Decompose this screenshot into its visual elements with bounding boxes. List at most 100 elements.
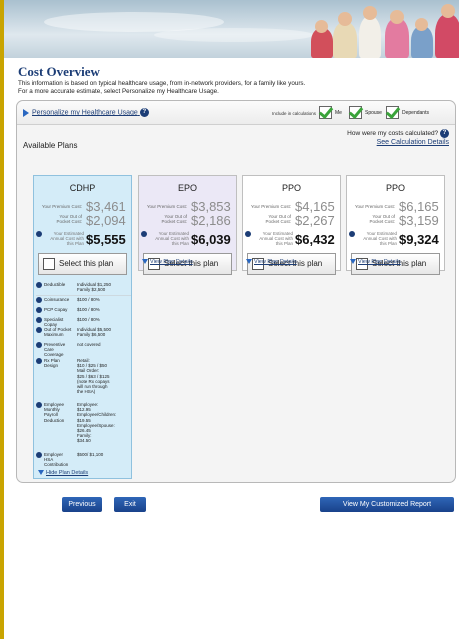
triangle-down-icon [38,470,44,476]
hide-details-label: Hide Plan Details [46,470,89,476]
select-plan-button[interactable]: Select this plan [38,253,127,275]
person-head [338,12,352,26]
person-head [441,4,455,18]
detail-value: Employee: $12.95 Employee/Children: $19.… [77,402,131,444]
view-details-label: View Plan Details [358,259,401,265]
detail-label: Employer HSA Contribution [44,452,74,468]
detail-value: Retail: $10 / $25 / $50 Mail Order: $25 … [77,358,131,394]
oop-label-2: Pocket Cost: [265,219,291,224]
header-banner [4,0,459,58]
select-checkbox[interactable] [43,258,55,270]
family-value: $2,500 [91,287,106,293]
detail-label: Rx Plan Design [44,358,60,369]
detail-label-2: Coverage [44,352,64,358]
estimated-label: Your Estimated Annual Cost with this Plan [245,231,293,246]
detail-label: Deductible [44,282,66,287]
view-plan-details-link[interactable]: View Plan Details [142,259,193,265]
personalize-link[interactable]: Personalize my Healthcare Usage ? [23,108,149,117]
info-icon[interactable] [36,282,42,288]
info-icon[interactable] [36,358,42,364]
person-head [315,20,328,33]
estimated-row: Your Estimated Annual Cost with this Plan … [243,231,340,249]
est-label-3: this Plan [66,241,84,246]
plan-name: PPO [385,183,405,193]
info-icon[interactable] [36,327,42,333]
info-icon[interactable] [36,307,42,313]
info-icon[interactable] [36,402,42,408]
checkbox-icon [319,106,332,119]
info-icon[interactable] [36,452,42,458]
detail-label: Out of Pocket Maximum [44,327,74,337]
detail-label-1: Employee Monthly [44,402,65,413]
triangle-down-icon [142,259,148,265]
info-icon[interactable] [36,231,42,237]
info-icon[interactable] [141,231,147,237]
oop-label: Your Out of Pocket Cost: [239,214,291,224]
hide-plan-details-link[interactable]: Hide Plan Details [38,470,88,476]
person-shape [435,14,459,58]
estimated-value: $5,555 [86,232,126,247]
oop-label-2: Pocket Cost: [161,219,187,224]
detail-value: $100 / 80% [77,297,100,302]
oop-label: Your Out of Pocket Cost: [135,214,187,224]
info-icon[interactable] [36,317,42,323]
detail-value: $500/ $1,100 [77,452,104,457]
info-icon[interactable] [349,231,355,237]
estimated-label: Your Estimated Annual Cost with this Plan [141,231,189,246]
help-icon[interactable]: ? [139,108,149,117]
payroll-line: $34.50 [77,438,91,444]
exit-button[interactable]: Exit [114,497,146,512]
detail-label: Preventive Care Coverage [44,342,74,358]
detail-label: Specialist Copay [44,317,64,328]
checkbox-icon [386,106,399,119]
person-head [363,6,377,20]
detail-label: Employee Monthly Payroll Deduction [44,402,74,423]
include-label: Include in calculations [272,111,317,116]
view-plan-details-link[interactable]: View Plan Details [350,259,401,265]
view-details-label: View Plan Details [254,259,297,265]
estimated-value: $9,324 [399,232,439,247]
detail-label-2: Maximum [44,332,64,338]
person-shape [385,18,409,58]
view-plan-details-link[interactable]: View Plan Details [246,259,297,265]
rx-line: the HSA) [77,389,96,395]
previous-button[interactable]: Previous [62,497,102,512]
person-shape [359,16,381,58]
estimated-row: Your Estimated Annual Cost with this Plan … [347,231,444,249]
premium-value: $3,853 [191,199,231,214]
plan-card-cdhp: CDHP Your Premium Cost: $3,461 Your Out … [33,175,132,479]
detail-value: $100 / 80% [77,307,100,312]
plan-card-epo: EPO Your Premium Cost: $3,853 Your Out o… [135,175,237,275]
calc-details-link[interactable]: See Calculation Details [377,139,449,146]
premium-value: $4,165 [295,199,335,214]
detail-value: $100 / 80% [77,317,100,322]
estimated-value: $6,432 [295,232,335,247]
premium-label: Your Premium Cost: [146,204,187,209]
detail-value: Individual $5,500 Family $6,500 [77,327,131,337]
premium-label: Your Premium Cost: [354,204,395,209]
checkbox-icon [349,106,362,119]
info-icon[interactable] [245,231,251,237]
personalize-bar: Personalize my Healthcare Usage ? Includ… [17,101,455,125]
checkbox-label: Me [335,110,342,116]
oop-value: $2,094 [86,213,126,228]
help-icon[interactable]: ? [440,129,449,138]
view-report-button[interactable]: View My Customized Report [320,497,454,512]
oop-label-2: Pocket Cost: [369,219,395,224]
detail-label-1: Preventive Care [44,342,66,353]
plan-card-ppo-1: PPO Your Premium Cost: $4,165 Your Out o… [239,175,341,275]
plan-name: EPO [177,183,197,193]
checkbox-label: Spouse [365,110,382,116]
oop-label-2: Pocket Cost: [56,219,82,224]
info-icon[interactable] [36,342,42,348]
detail-label: Coinsurance [44,297,70,302]
premium-label: Your Premium Cost: [41,204,82,209]
cost-panel: Personalize my Healthcare Usage ? Includ… [16,100,456,483]
detail-label-2: Payroll Deduction [44,412,65,423]
intro-text: For a more accurate estimate, select Per… [18,88,219,95]
plan-name: PPO [281,183,301,193]
info-icon[interactable] [36,297,42,303]
est-label-3: this Plan [379,241,397,246]
premium-value: $3,461 [86,199,126,214]
detail-value: not covered [77,342,101,347]
